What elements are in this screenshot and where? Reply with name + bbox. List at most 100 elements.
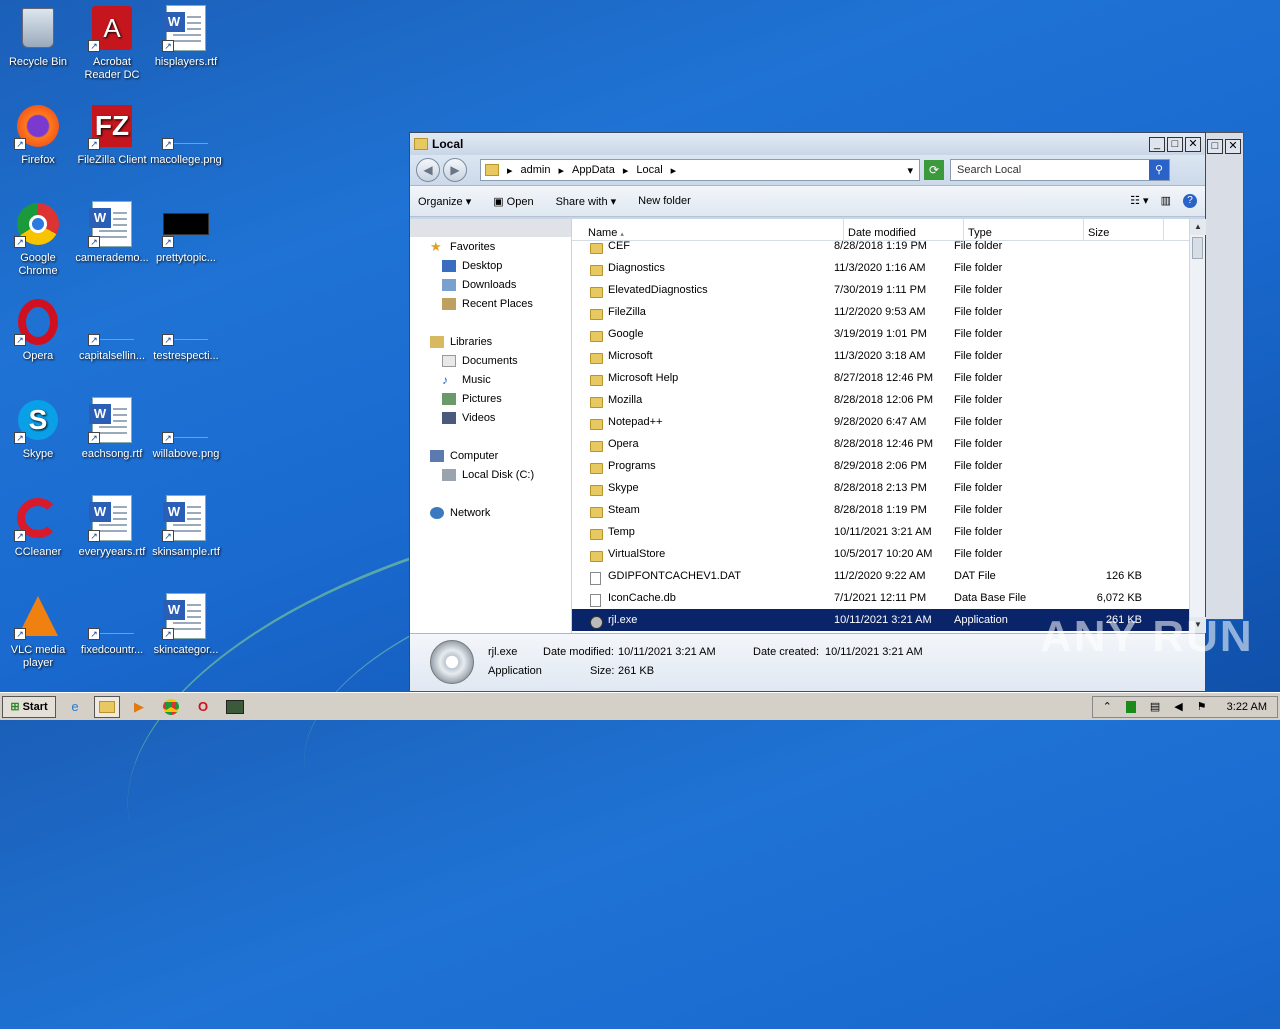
help-icon[interactable]: ? bbox=[1183, 194, 1197, 208]
desktop-icon-capitalsellin[interactable]: ↗ capitalsellin... bbox=[74, 298, 150, 363]
file-row[interactable]: Notepad++ 9/28/2020 6:47 AM File folder bbox=[572, 411, 1189, 433]
file-row[interactable]: Steam 8/28/2018 1:19 PM File folder bbox=[572, 499, 1189, 521]
file-row[interactable]: FileZilla 11/2/2020 9:53 AM File folder bbox=[572, 301, 1189, 323]
desktop-icon-skype[interactable]: S ↗ Skype bbox=[0, 396, 76, 461]
column-type[interactable]: Type bbox=[964, 219, 1084, 241]
file-row[interactable]: Programs 8/29/2018 2:06 PM File folder bbox=[572, 455, 1189, 477]
chevron-right-icon[interactable]: ▸ bbox=[507, 164, 513, 177]
internet-explorer-icon[interactable]: e bbox=[62, 696, 88, 718]
background-window[interactable]: □ ✕ bbox=[1200, 132, 1244, 620]
chevron-right-icon[interactable]: ▸ bbox=[559, 164, 565, 177]
file-row[interactable]: Mozilla 8/28/2018 12:06 PM File folder bbox=[572, 389, 1189, 411]
preview-pane-icon[interactable]: ▥ bbox=[1161, 194, 1171, 208]
file-row[interactable]: Opera 8/28/2018 12:46 PM File folder bbox=[572, 433, 1189, 455]
nav-desktop[interactable]: Desktop bbox=[410, 256, 571, 275]
forward-button[interactable]: ▶ bbox=[443, 158, 467, 182]
desktop-icon-acrobat-reader[interactable]: A ↗ Acrobat Reader DC bbox=[74, 4, 150, 82]
open-button[interactable]: ▣ Open bbox=[493, 195, 533, 208]
file-row[interactable]: GDIPFONTCACHEV1.DAT 11/2/2020 9:22 AM DAT … bbox=[572, 565, 1189, 587]
search-icon[interactable]: ⚲ bbox=[1149, 160, 1169, 180]
explorer-taskbar-icon[interactable] bbox=[94, 695, 120, 718]
nav-computer[interactable]: Computer bbox=[410, 446, 571, 465]
opera-icon[interactable]: O bbox=[190, 696, 216, 718]
desktop-icon-filezilla[interactable]: FZ ↗ FileZilla Client bbox=[74, 102, 150, 167]
history-dropdown-icon[interactable]: ▾ bbox=[907, 164, 913, 177]
file-row[interactable]: ElevatedDiagnostics 7/30/2019 1:11 PM File… bbox=[572, 279, 1189, 301]
desktop-icon-recycle-bin[interactable]: Recycle Bin bbox=[0, 4, 76, 69]
start-button[interactable]: ⊞ Start bbox=[2, 695, 56, 718]
details-created-value: 10/11/2021 3:21 AM bbox=[825, 646, 923, 658]
desktop-icon-camerademo[interactable]: W ↗ camerademo... bbox=[74, 200, 150, 265]
nav-network[interactable]: Network bbox=[410, 503, 571, 522]
desktop-icon-macollege-png[interactable]: ↗ macollege.png bbox=[148, 102, 224, 167]
maximize-button[interactable]: □ bbox=[1167, 136, 1183, 152]
file-row[interactable]: CEF 8/28/2018 1:19 PM File folder bbox=[572, 241, 1189, 257]
desktop-icon-prettytopic[interactable]: ↗ prettytopic... bbox=[148, 200, 224, 265]
desktop-icon-vlc[interactable]: ↗ VLC media player bbox=[0, 592, 76, 670]
scroll-thumb[interactable] bbox=[1192, 237, 1203, 259]
desktop-icon-fixedcountr[interactable]: ↗ fixedcountr... bbox=[74, 592, 150, 657]
nav-videos[interactable]: Videos bbox=[410, 408, 571, 427]
title-bar[interactable]: Local _ □ ✕ bbox=[410, 133, 1205, 155]
nav-music[interactable]: ♪ Music bbox=[410, 370, 571, 389]
desktop-icon-everyyears-rtf[interactable]: W ↗ everyyears.rtf bbox=[74, 494, 150, 559]
media-player-icon[interactable]: ▶ bbox=[126, 696, 152, 718]
desktop-icon-testrespecti[interactable]: ↗ testrespecti... bbox=[148, 298, 224, 363]
action-center-icon[interactable]: ⚑ bbox=[1197, 700, 1207, 713]
chevron-right-icon[interactable]: ▸ bbox=[623, 164, 629, 177]
explorer-window[interactable]: Local _ □ ✕ ◀ ▶ ▸ admin ▸ AppData ▸ Loca… bbox=[409, 132, 1206, 691]
column-date[interactable]: Date modified bbox=[844, 219, 964, 241]
file-row[interactable]: IconCache.db 7/1/2021 12:11 PM Data Base F… bbox=[572, 587, 1189, 609]
desktop-icon-skinsample-rtf[interactable]: W ↗ skinsample.rtf bbox=[148, 494, 224, 559]
organize-button[interactable]: Organize ▾ bbox=[418, 195, 471, 208]
nav-recent-places[interactable]: Recent Places bbox=[410, 294, 571, 313]
chevron-right-icon[interactable]: ▸ bbox=[671, 164, 677, 177]
file-row[interactable]: Temp 10/11/2021 3:21 AM File folder bbox=[572, 521, 1189, 543]
file-row[interactable]: Google 3/19/2019 1:01 PM File folder bbox=[572, 323, 1189, 345]
clock[interactable]: 3:22 AM bbox=[1227, 701, 1267, 713]
desktop-icon-skincategor[interactable]: W ↗ skincategor... bbox=[148, 592, 224, 657]
maximize-button[interactable]: □ bbox=[1207, 139, 1223, 154]
search-input[interactable]: Search Local ⚲ bbox=[950, 159, 1170, 181]
close-button[interactable]: ✕ bbox=[1185, 136, 1201, 152]
refresh-icon[interactable]: ⟳ bbox=[924, 160, 944, 180]
file-row[interactable]: VirtualStore 10/5/2017 10:20 AM File folde… bbox=[572, 543, 1189, 565]
column-name[interactable]: Name ▴ bbox=[572, 219, 844, 241]
breadcrumb-appdata[interactable]: AppData bbox=[572, 164, 615, 176]
file-row[interactable]: Diagnostics 11/3/2020 1:16 AM File folder bbox=[572, 257, 1189, 279]
program-icon[interactable] bbox=[222, 696, 248, 718]
nav-local-disk[interactable]: Local Disk (C:) bbox=[410, 465, 571, 484]
file-row[interactable]: Microsoft 11/3/2020 3:18 AM File folder bbox=[572, 345, 1189, 367]
nav-favorites[interactable]: ★ Favorites bbox=[410, 237, 571, 256]
tray-expand-icon[interactable]: ⌃ bbox=[1103, 700, 1112, 713]
vertical-scrollbar[interactable]: ▲ ▼ bbox=[1189, 219, 1206, 633]
minimize-button[interactable]: _ bbox=[1149, 136, 1165, 152]
network-tray-icon[interactable]: ▤ bbox=[1150, 700, 1160, 713]
desktop-icon-willabove-png[interactable]: ↗ willabove.png bbox=[148, 396, 224, 461]
desktop-icon-opera[interactable]: ↗ Opera bbox=[0, 298, 76, 363]
nav-libraries[interactable]: Libraries bbox=[410, 332, 571, 351]
breadcrumb-local[interactable]: Local bbox=[636, 164, 662, 176]
desktop-icon-hisplayers-rtf[interactable]: W ↗ hisplayers.rtf bbox=[148, 4, 224, 69]
scroll-up-arrow-icon[interactable]: ▲ bbox=[1190, 219, 1206, 235]
desktop-icon-eachsong-rtf[interactable]: W ↗ eachsong.rtf bbox=[74, 396, 150, 461]
file-row[interactable]: Microsoft Help 8/27/2018 12:46 PM File fol… bbox=[572, 367, 1189, 389]
share-with-button[interactable]: Share with ▾ bbox=[556, 195, 617, 208]
volume-icon[interactable]: ◀ bbox=[1174, 700, 1182, 713]
chrome-icon[interactable] bbox=[158, 696, 184, 718]
back-button[interactable]: ◀ bbox=[416, 158, 440, 182]
nav-pictures[interactable]: Pictures bbox=[410, 389, 571, 408]
file-row[interactable]: Skype 8/28/2018 2:13 PM File folder bbox=[572, 477, 1189, 499]
column-size[interactable]: Size bbox=[1084, 219, 1164, 241]
desktop-icon-chrome[interactable]: ↗ Google Chrome bbox=[0, 200, 76, 278]
breadcrumb-admin[interactable]: admin bbox=[521, 164, 551, 176]
nav-downloads[interactable]: Downloads bbox=[410, 275, 571, 294]
close-button[interactable]: ✕ bbox=[1225, 139, 1241, 154]
desktop-icon-ccleaner[interactable]: ↗ CCleaner bbox=[0, 494, 76, 559]
breadcrumb[interactable]: ▸ admin ▸ AppData ▸ Local ▸ ▾ bbox=[480, 159, 920, 181]
desktop-icon-firefox[interactable]: ↗ Firefox bbox=[0, 102, 76, 167]
new-folder-button[interactable]: New folder bbox=[638, 195, 691, 207]
nav-documents[interactable]: Documents bbox=[410, 351, 571, 370]
view-options-icon[interactable]: ☷ ▾ bbox=[1130, 194, 1148, 208]
tray-app-icon[interactable] bbox=[1125, 700, 1136, 713]
